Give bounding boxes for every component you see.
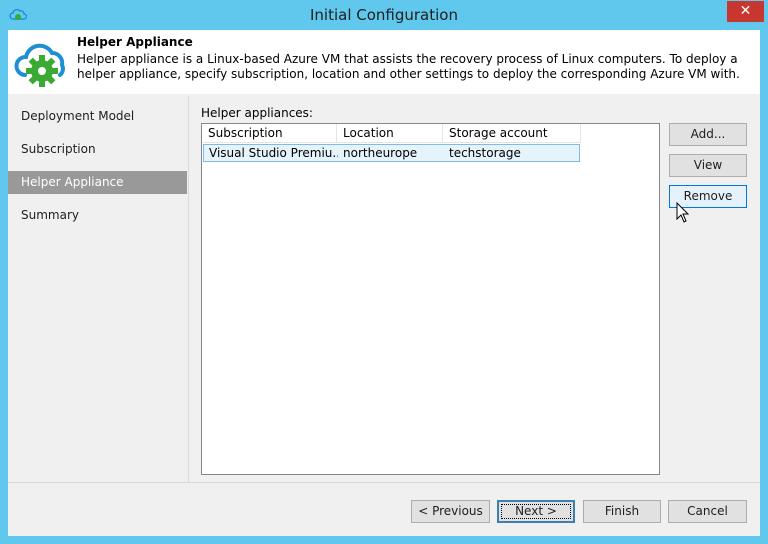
finish-button[interactable]: Finish [583, 500, 661, 523]
next-button[interactable]: Next > [497, 500, 575, 523]
cloud-gear-icon [14, 43, 65, 87]
column-header-location[interactable]: Location [337, 124, 443, 143]
list-label: Helper appliances: [201, 106, 313, 120]
previous-button[interactable]: < Previous [411, 500, 490, 523]
close-button[interactable]: ✕ [727, 1, 764, 22]
footer-divider [8, 482, 760, 483]
mouse-cursor-icon [676, 202, 690, 223]
wizard-steps: Deployment Model Subscription Helper App… [8, 96, 188, 482]
cell-storage-account: techstorage [449, 146, 521, 160]
cell-subscription: Visual Studio Premiu... [209, 146, 338, 160]
table-row[interactable]: Visual Studio Premiu... northeurope tech… [203, 144, 580, 162]
page-title: Helper Appliance [77, 35, 193, 49]
add-button[interactable]: Add... [669, 123, 747, 146]
nav-item-helper-appliance[interactable]: Helper Appliance [8, 171, 187, 194]
title-bar[interactable]: Initial Configuration ✕ [0, 0, 768, 30]
nav-item-subscription[interactable]: Subscription [8, 138, 187, 161]
view-button[interactable]: View [669, 154, 747, 177]
wizard-header: Helper Appliance Helper appliance is a L… [8, 30, 760, 94]
content-panel: Helper appliances: Subscription Location… [189, 96, 760, 482]
page-description: Helper appliance is a Linux-based Azure … [77, 52, 740, 81]
column-header-storage-account[interactable]: Storage account [443, 124, 581, 143]
cancel-button[interactable]: Cancel [668, 500, 747, 523]
column-header-subscription[interactable]: Subscription [202, 124, 337, 143]
cell-location: northeurope [343, 146, 418, 160]
window-title: Initial Configuration [309, 6, 458, 24]
wizard-window: Helper Appliance Helper appliance is a L… [8, 30, 760, 536]
nav-item-summary[interactable]: Summary [8, 204, 187, 227]
helper-appliances-list[interactable]: Subscription Location Storage account Vi… [201, 123, 660, 475]
nav-item-deployment-model[interactable]: Deployment Model [8, 105, 187, 128]
focus-rectangle [501, 504, 571, 519]
